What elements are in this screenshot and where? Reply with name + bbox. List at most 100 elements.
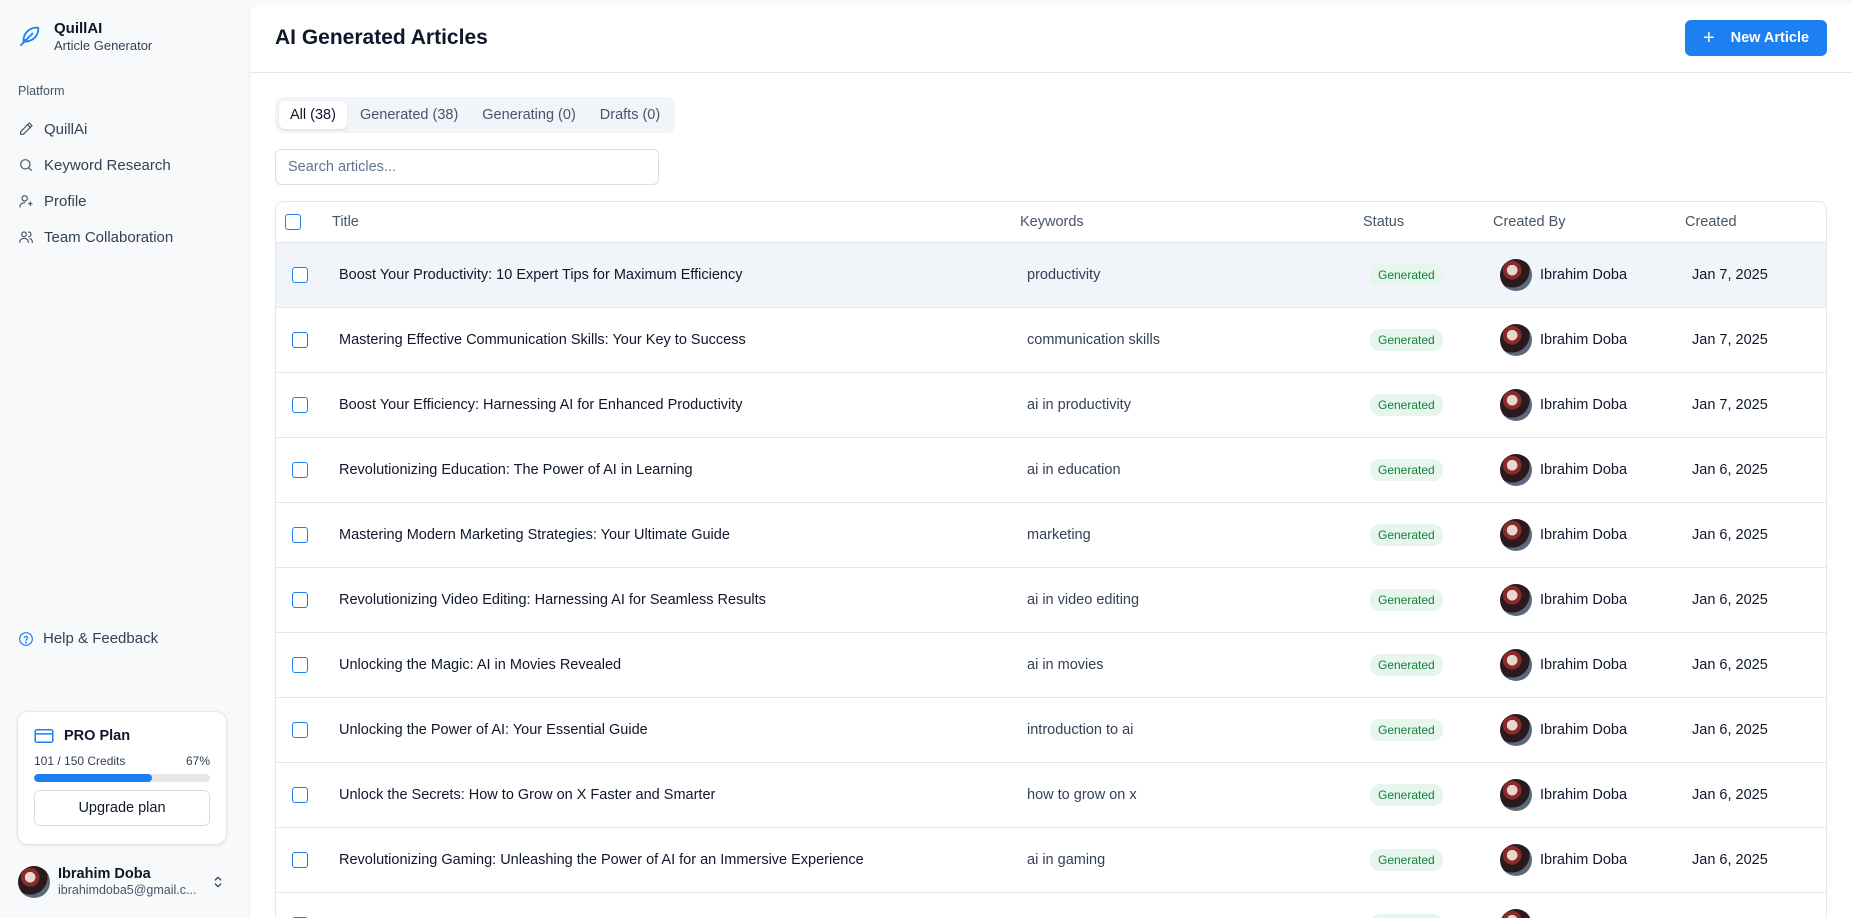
row-checkbox[interactable] bbox=[292, 461, 308, 478]
search-input[interactable] bbox=[275, 149, 659, 185]
avatar bbox=[1500, 778, 1532, 811]
sidebar-item-team-collaboration[interactable]: Team Collaboration bbox=[18, 219, 238, 255]
status-badge: Generated bbox=[1370, 523, 1443, 546]
row-checkbox[interactable] bbox=[292, 526, 308, 543]
column-header-title[interactable]: Title bbox=[332, 202, 1020, 243]
row-select-cell bbox=[276, 567, 332, 633]
creator-name: Ibrahim Doba bbox=[1540, 851, 1628, 868]
article-keywords: how to grow on x bbox=[1020, 762, 1363, 828]
creator-name: Ibrahim Doba bbox=[1540, 721, 1628, 738]
article-keywords: communication skills bbox=[1020, 307, 1363, 373]
article-title[interactable]: Revolutionizing Video Editing: Harnessin… bbox=[332, 567, 1020, 633]
article-title[interactable]: Mastering Effective Communication Skills… bbox=[332, 307, 1020, 373]
row-checkbox[interactable] bbox=[292, 266, 308, 283]
table-row[interactable]: Unlocking the Magic: AI in Movies Reveal… bbox=[276, 632, 1826, 698]
new-article-button[interactable]: + New Article bbox=[1685, 20, 1827, 56]
plan-credits-row: 101 / 150 Credits 67% bbox=[34, 754, 210, 768]
table-row[interactable]: Unlocking the Power of AI: Your Essentia… bbox=[276, 697, 1826, 763]
article-keywords: ai in gaming bbox=[1020, 827, 1363, 893]
avatar bbox=[1500, 518, 1532, 551]
created-by-cell: Ibrahim Doba bbox=[1493, 697, 1685, 763]
article-title[interactable]: Revolutionizing Gaming: Unleashing the P… bbox=[332, 827, 1020, 893]
column-header-status[interactable]: Status bbox=[1363, 202, 1493, 243]
row-checkbox[interactable] bbox=[292, 721, 308, 738]
brand[interactable]: QuillAI Article Generator bbox=[18, 19, 152, 54]
status-badge: Generated bbox=[1370, 328, 1443, 351]
article-title[interactable] bbox=[332, 892, 1020, 918]
tab-drafts[interactable]: Drafts (0) bbox=[589, 101, 671, 129]
new-article-label: New Article bbox=[1730, 30, 1810, 46]
article-title[interactable]: Unlocking the Power of AI: Your Essentia… bbox=[332, 697, 1020, 763]
avatar bbox=[1500, 713, 1532, 746]
row-select-cell bbox=[276, 502, 332, 568]
select-all-checkbox[interactable] bbox=[285, 213, 301, 230]
table-row[interactable]: Generated bbox=[276, 892, 1826, 918]
table-row[interactable]: Revolutionizing Gaming: Unleashing the P… bbox=[276, 827, 1826, 893]
status-cell: Generated bbox=[1363, 242, 1493, 308]
status-cell: Generated bbox=[1363, 632, 1493, 698]
sidebar-item-quillai[interactable]: QuillAi bbox=[18, 111, 238, 147]
created-date: Jan 7, 2025 bbox=[1685, 307, 1826, 373]
topbar: AI Generated Articles + New Article bbox=[250, 4, 1852, 73]
row-checkbox[interactable] bbox=[292, 331, 308, 348]
help-feedback-link[interactable]: Help & Feedback bbox=[18, 630, 158, 647]
article-title[interactable]: Boost Your Productivity: 10 Expert Tips … bbox=[332, 242, 1020, 308]
sidebar-item-label: Team Collaboration bbox=[44, 228, 174, 246]
brand-subtitle: Article Generator bbox=[54, 38, 153, 53]
tab-generating[interactable]: Generating (0) bbox=[471, 101, 587, 129]
article-title[interactable]: Mastering Modern Marketing Strategies: Y… bbox=[332, 502, 1020, 568]
sidebar-item-keyword-research[interactable]: Keyword Research bbox=[18, 147, 238, 183]
upgrade-plan-button[interactable]: Upgrade plan bbox=[34, 790, 210, 826]
creator: Ibrahim Doba bbox=[1500, 843, 1685, 876]
tab-generated[interactable]: Generated (38) bbox=[349, 101, 469, 129]
status-cell: Generated bbox=[1363, 502, 1493, 568]
column-header-created-by[interactable]: Created By bbox=[1493, 202, 1685, 243]
creator: Ibrahim Doba bbox=[1500, 778, 1685, 811]
table-row[interactable]: Revolutionizing Education: The Power of … bbox=[276, 437, 1826, 503]
sidebar-item-profile[interactable]: Profile bbox=[18, 183, 238, 219]
status-badge: Generated bbox=[1370, 393, 1443, 416]
sidebar-item-label: Profile bbox=[44, 192, 87, 210]
table-row[interactable]: Mastering Effective Communication Skills… bbox=[276, 307, 1826, 373]
table-row[interactable]: Revolutionizing Video Editing: Harnessin… bbox=[276, 567, 1826, 633]
sidebar-nav: QuillAi Keyword Research Profile Team Co… bbox=[18, 111, 238, 255]
table-row[interactable]: Boost Your Efficiency: Harnessing AI for… bbox=[276, 372, 1826, 438]
column-header-keywords[interactable]: Keywords bbox=[1020, 202, 1363, 243]
created-date: Jan 6, 2025 bbox=[1685, 762, 1826, 828]
row-select-cell bbox=[276, 697, 332, 763]
column-header-created[interactable]: Created bbox=[1685, 202, 1826, 243]
users-icon bbox=[19, 231, 33, 243]
row-select-cell bbox=[276, 762, 332, 828]
article-keywords: ai in video editing bbox=[1020, 567, 1363, 633]
row-checkbox[interactable] bbox=[292, 591, 308, 608]
creator-name: Ibrahim Doba bbox=[1540, 461, 1628, 478]
table-row[interactable]: Boost Your Productivity: 10 Expert Tips … bbox=[276, 242, 1826, 308]
status-badge: Generated bbox=[1370, 848, 1443, 871]
created-date: Jan 6, 2025 bbox=[1685, 632, 1826, 698]
article-title[interactable]: Unlocking the Magic: AI in Movies Reveal… bbox=[332, 632, 1020, 698]
user-email: ibrahimdoba5@gmail.c... bbox=[58, 883, 197, 897]
row-checkbox[interactable] bbox=[292, 396, 308, 413]
search-icon bbox=[20, 159, 32, 171]
article-keywords: introduction to ai bbox=[1020, 697, 1363, 763]
articles-table: Title Keywords Status Created By Created… bbox=[275, 201, 1827, 918]
row-checkbox[interactable] bbox=[292, 851, 308, 868]
row-checkbox[interactable] bbox=[292, 786, 308, 803]
tab-all[interactable]: All (38) bbox=[279, 101, 347, 129]
help-feedback-label: Help & Feedback bbox=[43, 630, 159, 647]
row-select-cell bbox=[276, 827, 332, 893]
table-row[interactable]: Mastering Modern Marketing Strategies: Y… bbox=[276, 502, 1826, 568]
credits-progress-bar bbox=[34, 774, 210, 782]
row-checkbox[interactable] bbox=[292, 656, 308, 673]
article-title[interactable]: Boost Your Efficiency: Harnessing AI for… bbox=[332, 372, 1020, 438]
user-menu[interactable]: Ibrahim Doba ibrahimdoba5@gmail.c... bbox=[18, 866, 226, 898]
avatar bbox=[1500, 843, 1532, 876]
table-row[interactable]: Unlock the Secrets: How to Grow on X Fas… bbox=[276, 762, 1826, 828]
creator: Ibrahim Doba bbox=[1500, 583, 1685, 616]
status-badge: Generated bbox=[1370, 588, 1443, 611]
row-select-cell bbox=[276, 632, 332, 698]
status-cell: Generated bbox=[1363, 892, 1493, 918]
article-title[interactable]: Unlock the Secrets: How to Grow on X Fas… bbox=[332, 762, 1020, 828]
article-title[interactable]: Revolutionizing Education: The Power of … bbox=[332, 437, 1020, 503]
avatar bbox=[1500, 583, 1532, 616]
